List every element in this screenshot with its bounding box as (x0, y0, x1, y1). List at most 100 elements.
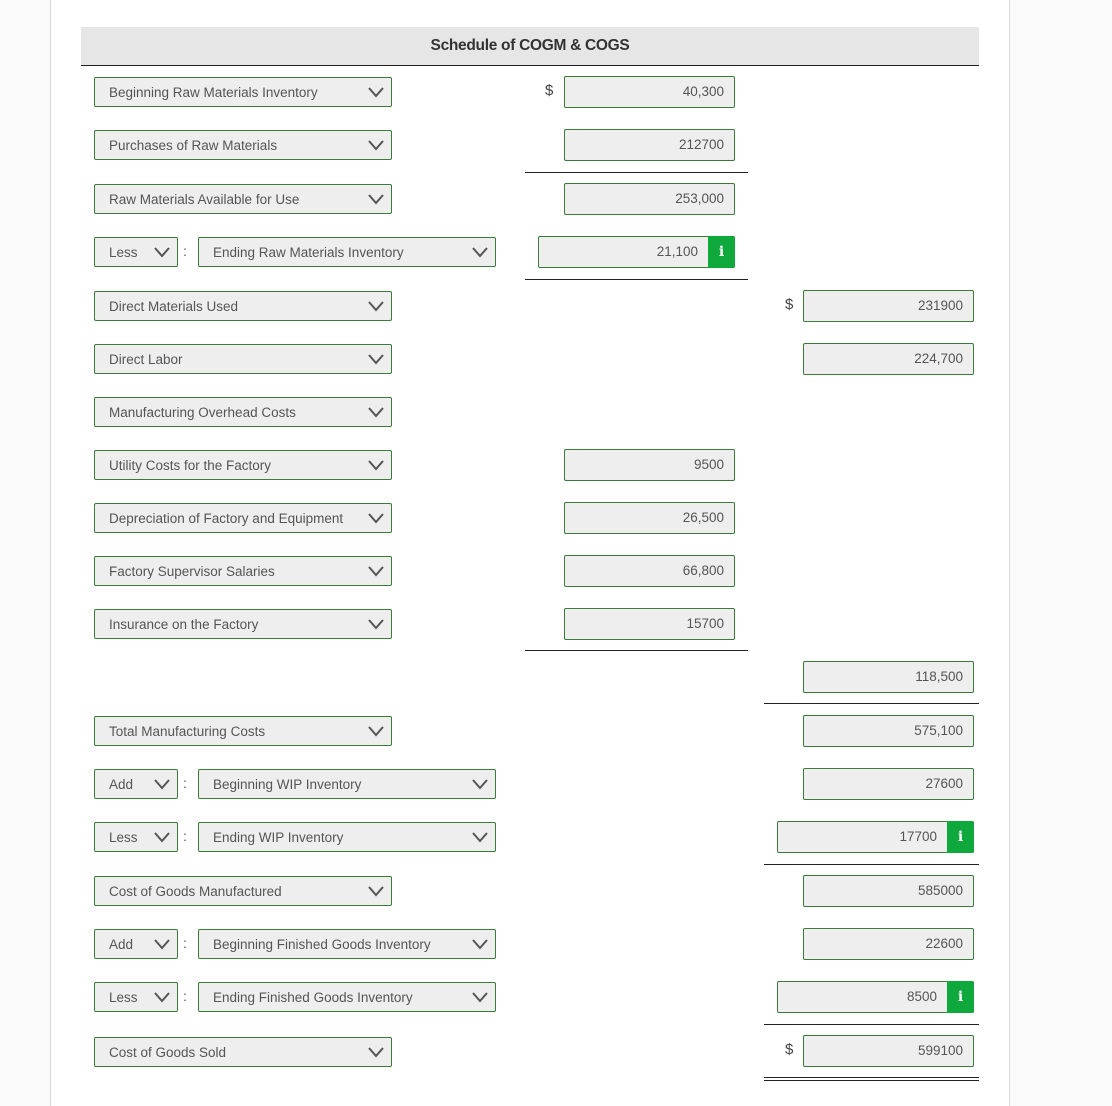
chevron-down-icon (367, 617, 385, 631)
input-value: 8500 (906, 989, 937, 1004)
ending-raw-materials-dropdown[interactable]: Ending Raw Materials Inventory (198, 237, 496, 267)
input-value: 118,500 (915, 669, 963, 684)
beginning-finished-goods-dropdown[interactable]: Beginning Finished Goods Inventory (198, 929, 496, 959)
depreciation-dropdown[interactable]: Depreciation of Factory and Equipment (94, 503, 392, 533)
chevron-down-icon (471, 990, 489, 1004)
beginning-raw-materials-input[interactable]: 40,300 (564, 76, 735, 108)
direct-materials-used-input[interactable]: 231900 (803, 290, 974, 322)
supervisor-salaries-input[interactable]: 66,800 (564, 555, 735, 587)
dropdown-label: Ending Raw Materials Inventory (213, 245, 404, 260)
cost-of-goods-sold-input[interactable]: 599100 (803, 1035, 974, 1067)
chevron-down-icon (153, 777, 171, 791)
input-value: 212700 (678, 137, 724, 152)
dropdown-label: Total Manufacturing Costs (109, 724, 266, 739)
ending-raw-materials-input[interactable]: 21,100 i (538, 236, 735, 268)
depreciation-input[interactable]: 26,500 (564, 502, 735, 534)
beginning-wip-dropdown[interactable]: Beginning WIP Inventory (198, 769, 496, 799)
beginning-finished-goods-input[interactable]: 22600 (803, 928, 974, 960)
chevron-down-icon (367, 405, 385, 419)
chevron-down-icon (367, 138, 385, 152)
ending-finished-goods-operator-dropdown[interactable]: Less (94, 982, 178, 1012)
dollar-sign: $ (545, 82, 554, 99)
chevron-down-icon (153, 937, 171, 951)
colon-separator: : (183, 775, 187, 791)
ending-finished-goods-dropdown[interactable]: Ending Finished Goods Inventory (198, 982, 496, 1012)
ending-wip-dropdown[interactable]: Ending WIP Inventory (198, 822, 496, 852)
input-value: 253,000 (675, 191, 724, 206)
dropdown-label: Cost of Goods Manufactured (109, 884, 282, 899)
info-icon[interactable]: i (708, 236, 735, 268)
subtotal-rule (764, 703, 979, 704)
chevron-down-icon (471, 777, 489, 791)
raw-materials-available-dropdown[interactable]: Raw Materials Available for Use (94, 184, 392, 214)
total-manufacturing-costs-input[interactable]: 575,100 (803, 715, 974, 747)
chevron-down-icon (153, 245, 171, 259)
schedule-header: Schedule of COGM & COGS (81, 27, 979, 66)
input-value: 9500 (693, 457, 724, 472)
chevron-down-icon (367, 299, 385, 313)
input-value: 17700 (899, 829, 937, 844)
supervisor-salaries-dropdown[interactable]: Factory Supervisor Salaries (94, 556, 392, 586)
chevron-down-icon (367, 85, 385, 99)
schedule-title: Schedule of COGM & COGS (430, 37, 630, 54)
raw-materials-available-input[interactable]: 253,000 (564, 183, 735, 215)
colon-separator: : (183, 935, 187, 951)
manufacturing-overhead-dropdown[interactable]: Manufacturing Overhead Costs (94, 397, 392, 427)
input-value: 224,700 (914, 351, 963, 366)
dropdown-label: Insurance on the Factory (109, 617, 259, 632)
dropdown-label: Ending WIP Inventory (213, 830, 344, 845)
dropdown-label: Depreciation of Factory and Equipment (109, 511, 344, 526)
dropdown-label: Direct Materials Used (109, 299, 239, 314)
total-manufacturing-costs-dropdown[interactable]: Total Manufacturing Costs (94, 716, 392, 746)
dropdown-label: Manufacturing Overhead Costs (109, 405, 296, 420)
ending-raw-materials-operator-dropdown[interactable]: Less (94, 237, 178, 267)
input-value: 585000 (917, 883, 963, 898)
cost-of-goods-manufactured-dropdown[interactable]: Cost of Goods Manufactured (94, 876, 392, 906)
dropdown-label: Purchases of Raw Materials (109, 138, 278, 153)
ending-finished-goods-input[interactable]: 8500 i (777, 981, 974, 1013)
chevron-down-icon (367, 1045, 385, 1059)
beginning-wip-operator-dropdown[interactable]: Add (94, 769, 178, 799)
chevron-down-icon (367, 458, 385, 472)
beginning-finished-goods-operator-dropdown[interactable]: Add (94, 929, 178, 959)
utility-costs-input[interactable]: 9500 (564, 449, 735, 481)
factory-insurance-dropdown[interactable]: Insurance on the Factory (94, 609, 392, 639)
total-double-rule (764, 1077, 979, 1081)
chevron-down-icon (367, 192, 385, 206)
input-value: 575,100 (914, 723, 963, 738)
dropdown-label: Cost of Goods Sold (109, 1045, 227, 1060)
beginning-wip-input[interactable]: 27600 (803, 768, 974, 800)
chevron-down-icon (153, 990, 171, 1004)
chevron-down-icon (367, 724, 385, 738)
chevron-down-icon (367, 352, 385, 366)
direct-labor-dropdown[interactable]: Direct Labor (94, 344, 392, 374)
subtotal-rule (525, 172, 748, 173)
colon-separator: : (183, 243, 187, 259)
direct-materials-used-dropdown[interactable]: Direct Materials Used (94, 291, 392, 321)
colon-separator: : (183, 988, 187, 1004)
utility-costs-dropdown[interactable]: Utility Costs for the Factory (94, 450, 392, 480)
info-icon[interactable]: i (947, 821, 974, 853)
purchases-raw-materials-input[interactable]: 212700 (564, 129, 735, 161)
chevron-down-icon (367, 564, 385, 578)
ending-wip-operator-dropdown[interactable]: Less (94, 822, 178, 852)
input-value: 599100 (917, 1043, 963, 1058)
beginning-raw-materials-dropdown[interactable]: Beginning Raw Materials Inventory (94, 77, 392, 107)
subtotal-rule (764, 864, 979, 865)
input-value: 231900 (917, 298, 963, 313)
direct-labor-input[interactable]: 224,700 (803, 343, 974, 375)
overhead-total-input[interactable]: 118,500 (803, 661, 974, 693)
cost-of-goods-sold-dropdown[interactable]: Cost of Goods Sold (94, 1037, 392, 1067)
dropdown-label: Beginning Finished Goods Inventory (213, 937, 431, 952)
factory-insurance-input[interactable]: 15700 (564, 608, 735, 640)
operator-label: Less (109, 245, 138, 260)
dropdown-label: Beginning Raw Materials Inventory (109, 85, 318, 100)
purchases-raw-materials-dropdown[interactable]: Purchases of Raw Materials (94, 130, 392, 160)
dollar-sign: $ (785, 296, 794, 313)
info-icon[interactable]: i (947, 981, 974, 1013)
ending-wip-input[interactable]: 17700 i (777, 821, 974, 853)
cost-of-goods-manufactured-input[interactable]: 585000 (803, 875, 974, 907)
input-value: 40,300 (682, 84, 724, 99)
dropdown-label: Factory Supervisor Salaries (109, 564, 275, 579)
input-value: 15700 (686, 616, 724, 631)
